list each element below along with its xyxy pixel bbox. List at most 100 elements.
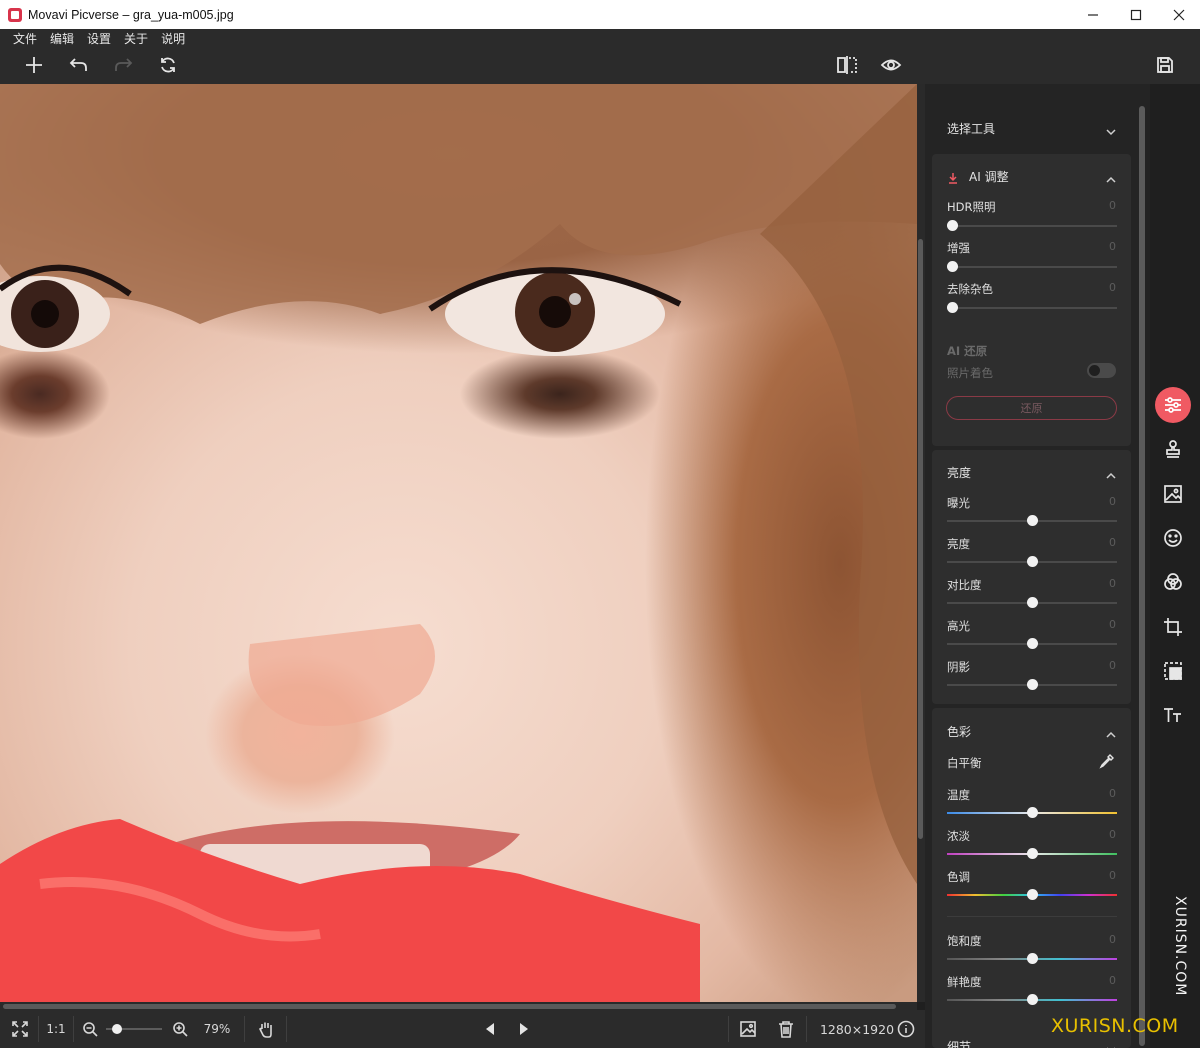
brightness-header[interactable]: 亮度 <box>947 464 971 481</box>
slider-value-brightness-3: 0 <box>1109 618 1116 631</box>
minimize-icon <box>1087 13 1098 16</box>
slider-label-enhance: 增强 <box>947 241 970 255</box>
crop-icon <box>1164 618 1182 636</box>
slider-value-enhance: 0 <box>1109 240 1116 253</box>
previous-image-button[interactable] <box>478 1010 502 1048</box>
save-icon <box>1157 57 1173 73</box>
zoom-out-button[interactable] <box>80 1010 100 1048</box>
redo-button[interactable] <box>109 52 137 78</box>
slider-knob-color-4[interactable] <box>1027 994 1038 1005</box>
add-icon <box>26 57 42 73</box>
preview-button[interactable] <box>877 52 905 78</box>
reset-button[interactable] <box>154 52 182 78</box>
actual-size-button[interactable]: 1:1 <box>42 1010 70 1048</box>
maximize-button[interactable] <box>1114 0 1157 29</box>
slider-track-denoise[interactable] <box>947 307 1117 309</box>
transform-icon <box>1164 662 1182 680</box>
photo-color-toggle[interactable] <box>1087 363 1116 378</box>
filters-icon <box>1164 573 1182 590</box>
zoom-slider[interactable] <box>104 1010 164 1048</box>
add-button[interactable] <box>20 52 48 78</box>
menu-about[interactable]: 关于 <box>124 30 148 47</box>
restore-button[interactable]: 还原 <box>946 396 1117 420</box>
hand-icon <box>259 1022 272 1038</box>
menu-file[interactable]: 文件 <box>13 30 37 47</box>
ai-adjust-header[interactable]: AI 调整 <box>969 168 1009 185</box>
zoom-knob[interactable] <box>112 1024 123 1034</box>
stamp-icon <box>1166 440 1180 458</box>
slider-knob-color-0[interactable] <box>1027 807 1038 818</box>
slider-knob-brightness-2[interactable] <box>1027 597 1038 608</box>
background-tool-button[interactable] <box>1155 476 1191 512</box>
slider-knob-color-3[interactable] <box>1027 953 1038 964</box>
ai-restore-title: AI 还原 <box>947 344 988 358</box>
slider-value-denoise: 0 <box>1109 281 1116 294</box>
undo-button[interactable] <box>65 52 93 78</box>
color-header[interactable]: 色彩 <box>947 723 971 740</box>
chevron-down-icon[interactable] <box>1106 122 1116 136</box>
fit-screen-icon <box>12 1021 28 1037</box>
photo-canvas[interactable] <box>0 84 917 1002</box>
watermark-horizontal: XURISN.COM <box>1051 1015 1179 1037</box>
slider-knob-denoise[interactable] <box>947 302 958 313</box>
slider-knob-hdr[interactable] <box>947 220 958 231</box>
canvas-vertical-scrollbar[interactable] <box>917 84 925 1002</box>
canvas-horizontal-scroll-thumb[interactable] <box>3 1004 896 1009</box>
info-button[interactable] <box>894 1010 918 1048</box>
open-image-button[interactable] <box>736 1010 760 1048</box>
adjust-tool-button[interactable] <box>1155 387 1191 423</box>
panel-scrollbar[interactable] <box>1139 104 1147 1048</box>
slider-knob-brightness-1[interactable] <box>1027 556 1038 567</box>
app-window: Movavi Picverse – gra_yua-m005.jpg 文件 编辑… <box>0 0 1200 1048</box>
filters-tool-button[interactable] <box>1155 564 1191 600</box>
zoom-in-icon <box>173 1022 188 1037</box>
stamp-tool-button[interactable] <box>1155 431 1191 467</box>
next-image-button[interactable] <box>512 1010 536 1048</box>
slider-knob-color-2[interactable] <box>1027 889 1038 900</box>
title-bar: Movavi Picverse – gra_yua-m005.jpg <box>0 0 1200 29</box>
slider-label-denoise: 去除杂色 <box>947 282 993 296</box>
slider-knob-brightness-0[interactable] <box>1027 515 1038 526</box>
face-icon <box>1164 529 1182 547</box>
chevron-up-icon[interactable] <box>1106 725 1116 738</box>
menu-settings[interactable]: 设置 <box>87 30 111 47</box>
crop-tool-button[interactable] <box>1155 609 1191 645</box>
zoom-in-button[interactable] <box>170 1010 190 1048</box>
slider-value-color-2: 0 <box>1109 869 1116 882</box>
canvas-horizontal-scrollbar[interactable] <box>0 1002 917 1010</box>
preview-eye-icon <box>880 59 902 71</box>
slider-track-hdr[interactable] <box>947 225 1117 227</box>
compare-button[interactable] <box>833 52 861 78</box>
slider-knob-color-1[interactable] <box>1027 848 1038 859</box>
menu-help[interactable]: 说明 <box>161 30 185 47</box>
details-header[interactable]: 细节 <box>947 1038 971 1048</box>
slider-track-enhance[interactable] <box>947 266 1117 268</box>
delete-button[interactable] <box>774 1010 798 1048</box>
slider-value-brightness-2: 0 <box>1109 577 1116 590</box>
panel-scroll-thumb[interactable] <box>1139 106 1145 1046</box>
background-icon <box>1164 485 1182 503</box>
select-tool-header[interactable]: 选择工具 <box>947 120 995 137</box>
slider-value-color-3: 0 <box>1109 933 1116 946</box>
slider-knob-brightness-3[interactable] <box>1027 638 1038 649</box>
pan-tool-button[interactable] <box>254 1010 278 1048</box>
chevron-up-icon[interactable] <box>1106 170 1116 183</box>
eyedropper-button[interactable] <box>1099 753 1115 769</box>
text-tool-button[interactable] <box>1155 697 1191 733</box>
save-button[interactable] <box>1151 52 1179 78</box>
slider-knob-brightness-4[interactable] <box>1027 679 1038 690</box>
chevron-up-icon[interactable] <box>1106 466 1116 479</box>
face-tool-button[interactable] <box>1155 520 1191 556</box>
chevron-down-icon[interactable] <box>1106 1040 1116 1048</box>
fit-screen-button[interactable] <box>6 1010 34 1048</box>
slider-label-hdr: HDR照明 <box>947 200 996 214</box>
close-button[interactable] <box>1157 0 1200 29</box>
slider-label-brightness-4: 阴影 <box>947 660 970 674</box>
transform-tool-button[interactable] <box>1155 653 1191 689</box>
menu-edit[interactable]: 编辑 <box>50 30 74 47</box>
minimize-button[interactable] <box>1071 0 1114 29</box>
slider-knob-enhance[interactable] <box>947 261 958 272</box>
canvas-vertical-scroll-thumb[interactable] <box>918 239 923 839</box>
menu-bar: 文件 编辑 设置 关于 说明 <box>0 29 1200 47</box>
slider-label-color-1: 浓淡 <box>947 829 970 843</box>
